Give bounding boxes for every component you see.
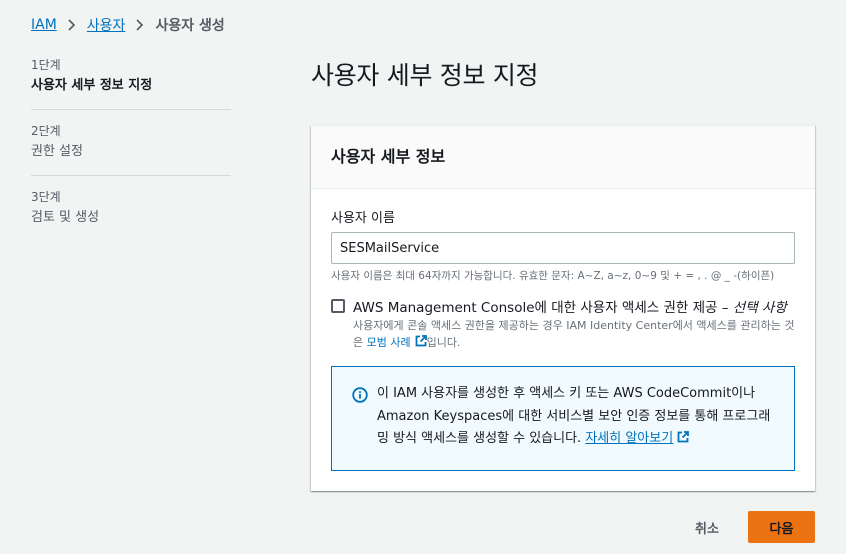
step-title: 사용자 세부 정보 지정 [31,78,153,93]
info-alert: 이 IAM 사용자를 생성한 후 액세스 키 또는 AWS CodeCommit… [331,366,795,471]
container-title: 사용자 세부 정보 [331,147,446,166]
breadcrumb-iam[interactable]: IAM [31,17,57,33]
breadcrumb-current: 사용자 생성 [155,18,225,34]
step-1: 1단계 사용자 세부 정보 지정 [31,56,231,109]
best-practice-link[interactable]: 모범 사례 [366,335,427,349]
username-label: 사용자 이름 [331,211,395,226]
page-title: 사용자 세부 정보 지정 [311,61,539,90]
console-access-label-main: AWS Management Console에 대한 사용자 액세스 권한 제공… [353,300,733,316]
step-3: 3단계 검토 및 생성 [31,175,231,241]
next-button[interactable]: 다음 [748,511,815,543]
console-access-label[interactable]: AWS Management Console에 대한 사용자 액세스 권한 제공… [353,296,787,316]
info-message: 이 IAM 사용자를 생성한 후 액세스 키 또는 AWS CodeCommit… [377,386,771,446]
info-text: 이 IAM 사용자를 생성한 후 액세스 키 또는 AWS CodeCommit… [377,383,774,451]
step-number: 2단계 [31,124,61,138]
chevron-right-icon [57,19,87,31]
step-title: 검토 및 생성 [31,210,100,225]
info-icon [352,387,368,403]
cancel-button[interactable]: 취소 [680,511,734,543]
learn-more-link[interactable]: 자세히 알아보기 [585,431,690,446]
best-practice-link-text: 모범 사례 [366,336,411,349]
external-link-icon [415,335,427,347]
learn-more-link-text: 자세히 알아보기 [585,431,674,446]
step-title: 권한 설정 [31,144,83,159]
optional-tag: 선택 사항 [732,300,787,316]
username-input[interactable] [331,232,795,264]
step-2: 2단계 권한 설정 [31,109,231,175]
wizard-steps: 1단계 사용자 세부 정보 지정 2단계 권한 설정 3단계 검토 및 생성 [31,56,231,241]
username-constraint: 사용자 이름은 최대 64자까지 가능합니다. 유효한 문자: A~Z, a~z… [331,270,775,282]
console-access-checkbox[interactable] [331,299,345,313]
breadcrumb: IAM 사용자 사용자 생성 [31,15,225,35]
external-link-icon [677,431,690,443]
chevron-right-icon [125,19,155,31]
step-number: 3단계 [31,190,61,204]
container-header: 사용자 세부 정보 [311,126,815,189]
breadcrumb-users[interactable]: 사용자 [87,15,126,35]
console-access-description: 사용자에게 콘솔 액세스 권한을 제공하는 경우 IAM Identity Ce… [353,317,795,351]
description-end: 입니다. [426,336,461,349]
step-number: 1단계 [31,58,61,72]
user-details-container: 사용자 세부 정보 사용자 이름 사용자 이름은 최대 64자까지 가능합니다.… [311,125,815,491]
